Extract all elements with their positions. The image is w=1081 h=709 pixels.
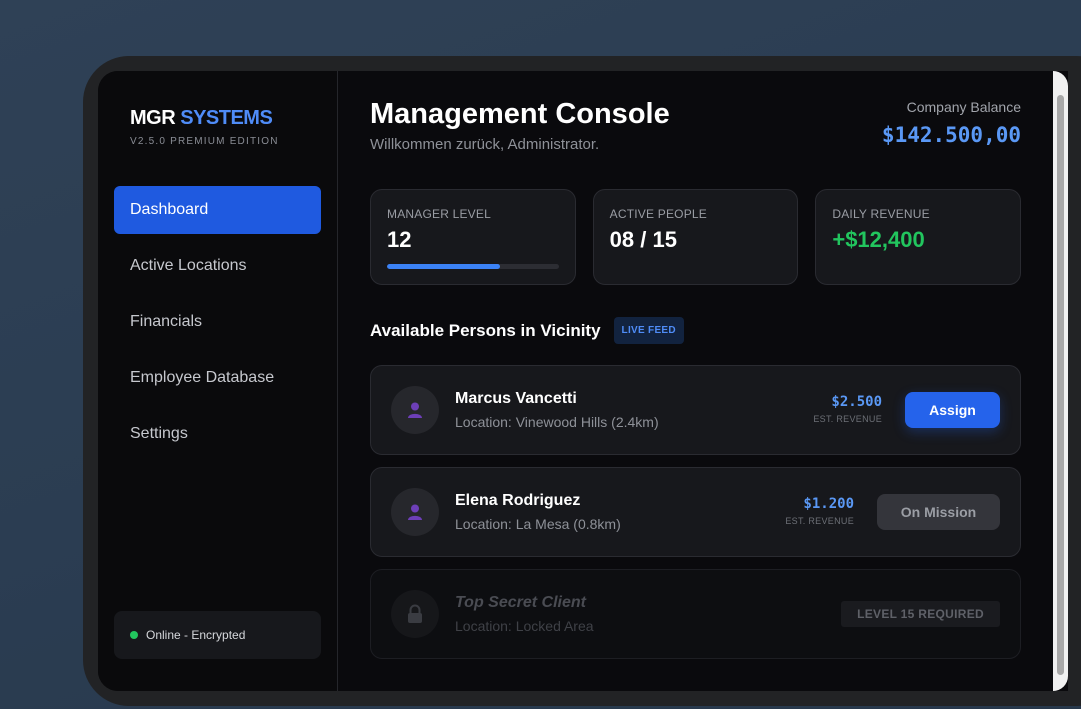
sidebar: MGR SYSTEMS V2.5.0 PREMIUM EDITION Dashb… — [98, 71, 338, 691]
person-icon — [408, 402, 422, 418]
brand-name-accent: SYSTEMS — [180, 107, 273, 129]
main-content: Management Console Willkommen zurück, Ad… — [338, 71, 1053, 691]
level-progress-bar — [387, 264, 559, 269]
sidebar-item-financials[interactable]: Financials — [114, 298, 321, 346]
person-list: Marcus Vancetti Location: Vinewood Hills… — [370, 365, 1021, 671]
scrollbar-thumb[interactable] — [1057, 95, 1064, 675]
revenue-block: $1.200 EST. REVENUE — [785, 496, 854, 526]
brand-name: MGR SYSTEMS — [130, 107, 279, 130]
list-item-locked: Top Secret Client Location: Locked Area … — [370, 569, 1021, 659]
revenue-value: $1.200 — [803, 496, 854, 512]
stat-label: ACTIVE PEOPLE — [609, 207, 707, 221]
status-dot-icon — [130, 631, 138, 639]
stat-card-manager-level: MANAGER LEVEL 12 — [370, 189, 576, 285]
section-title: Available Persons in Vicinity — [370, 320, 601, 340]
connection-status-text: Online - Encrypted — [146, 628, 246, 642]
app-screen: MGR SYSTEMS V2.5.0 PREMIUM EDITION Dashb… — [98, 71, 1068, 691]
level-progress-fill — [387, 264, 501, 269]
page-title: Management Console — [370, 98, 670, 130]
revenue-value: $2.500 — [831, 394, 882, 410]
person-name: Top Secret Client — [455, 594, 586, 611]
page-subtitle: Willkommen zurück, Administrator. — [370, 136, 600, 153]
stat-card-daily-revenue: DAILY REVENUE +$12,400 — [815, 189, 1022, 285]
brand-edition: V2.5.0 PREMIUM EDITION — [130, 136, 279, 147]
person-icon — [408, 504, 422, 520]
stat-value: 12 — [387, 227, 412, 252]
stat-value: +$12,400 — [832, 227, 925, 252]
person-location: Location: La Mesa (0.8km) — [455, 516, 621, 532]
person-location: Location: Vinewood Hills (2.4km) — [455, 414, 659, 430]
connection-status: Online - Encrypted — [114, 611, 321, 659]
avatar — [391, 386, 439, 434]
revenue-label: EST. REVENUE — [785, 516, 854, 526]
scrollbar[interactable] — [1053, 71, 1068, 691]
balance-label: Company Balance — [906, 99, 1021, 115]
sidebar-item-dashboard[interactable]: Dashboard — [114, 186, 321, 234]
list-item: Marcus Vancetti Location: Vinewood Hills… — [370, 365, 1021, 455]
person-location: Location: Locked Area — [455, 618, 594, 634]
live-feed-badge: LIVE FEED — [613, 317, 684, 344]
sidebar-nav: Dashboard Active Locations Financials Em… — [114, 186, 321, 466]
revenue-block: $2.500 EST. REVENUE — [813, 394, 882, 424]
sidebar-item-active-locations[interactable]: Active Locations — [114, 242, 321, 290]
sidebar-item-settings[interactable]: Settings — [114, 410, 321, 458]
list-item: Elena Rodriguez Location: La Mesa (0.8km… — [370, 467, 1021, 557]
revenue-label: EST. REVENUE — [813, 414, 882, 424]
avatar — [391, 488, 439, 536]
stat-label: MANAGER LEVEL — [387, 207, 491, 221]
lock-icon — [408, 604, 422, 623]
brand-name-main: MGR — [130, 107, 176, 129]
on-mission-button[interactable]: On Mission — [877, 494, 1000, 530]
balance-value: $142.500,00 — [881, 123, 1021, 147]
stat-value: 08 / 15 — [609, 227, 677, 252]
level-required-badge: LEVEL 15 REQUIRED — [841, 601, 1000, 627]
stats-row: MANAGER LEVEL 12 ACTIVE PEOPLE 08 / 15 D… — [370, 189, 1022, 285]
sidebar-item-employee-database[interactable]: Employee Database — [114, 354, 321, 402]
stat-label: DAILY REVENUE — [832, 207, 930, 221]
brand-logo: MGR SYSTEMS V2.5.0 PREMIUM EDITION — [130, 107, 279, 147]
stat-card-active-people: ACTIVE PEOPLE 08 / 15 — [592, 189, 799, 285]
person-name: Marcus Vancetti — [455, 390, 577, 407]
assign-button[interactable]: Assign — [905, 392, 1000, 428]
avatar — [391, 590, 439, 638]
person-name: Elena Rodriguez — [455, 492, 581, 509]
section-header: Available Persons in Vicinity LIVE FEED — [370, 317, 684, 344]
